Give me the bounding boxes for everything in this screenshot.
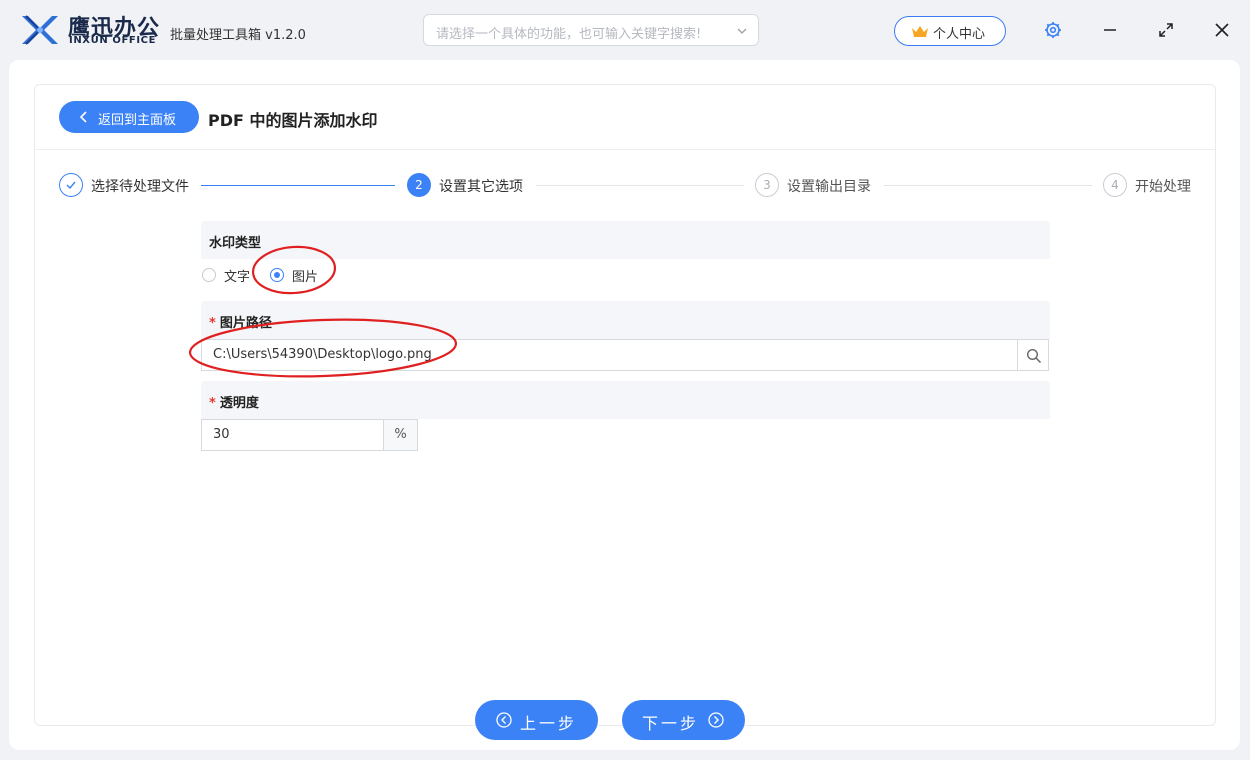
title-bar: 鹰迅办公 INXUN OFFICE 批量处理工具箱 v1.2.0 请选择一个具体…: [0, 0, 1250, 60]
step-connector-2: [536, 185, 744, 186]
page-title: PDF 中的图片添加水印: [208, 111, 378, 130]
image-path-label-text: 图片路径: [219, 316, 272, 331]
watermark-type-header: 水印类型: [201, 221, 1050, 259]
circle-arrow-right-icon: [708, 712, 724, 728]
browse-image-button[interactable]: [1017, 339, 1049, 371]
crown-icon: [912, 26, 928, 37]
personal-center-button[interactable]: 个人中心: [894, 16, 1006, 46]
image-path-input[interactable]: C:\Users\54390\Desktop\logo.png: [201, 339, 1018, 371]
radio-text-label[interactable]: 文字: [224, 266, 250, 285]
previous-step-label: 上一步: [520, 714, 578, 733]
radio-image-watermark[interactable]: [270, 268, 284, 282]
minimize-icon: [1104, 29, 1116, 31]
chevron-down-icon[interactable]: [736, 25, 748, 37]
close-icon: [1215, 23, 1229, 37]
minimize-button[interactable]: [1098, 18, 1122, 42]
opacity-unit: %: [383, 419, 418, 451]
opacity-header: * 透明度: [201, 381, 1050, 419]
step-4-label: 开始处理: [1135, 179, 1191, 195]
search-icon: [1026, 348, 1042, 364]
personal-center-label: 个人中心: [933, 27, 986, 42]
search-placeholder: 请选择一个具体的功能，也可输入关键字搜索!: [436, 27, 702, 42]
step-4-number: 4: [1103, 173, 1127, 197]
required-mark: *: [209, 396, 216, 411]
opacity-label: * 透明度: [209, 392, 259, 411]
next-step-button[interactable]: 下一步: [622, 700, 745, 740]
step-2-label: 设置其它选项: [439, 179, 523, 195]
previous-step-button[interactable]: 上一步: [475, 700, 598, 740]
back-button-label: 返回到主面板: [98, 113, 177, 128]
radio-text-watermark[interactable]: [202, 268, 216, 282]
app-title: 批量处理工具箱 v1.2.0: [170, 28, 306, 43]
maximize-button[interactable]: [1154, 18, 1178, 42]
step-2-number: 2: [407, 173, 431, 197]
expand-icon: [1159, 23, 1173, 37]
brand-name-en: INXUN OFFICE: [69, 35, 157, 46]
step-1-done-indicator: [59, 173, 83, 197]
step-1-label: 选择待处理文件: [91, 179, 189, 195]
required-mark: *: [209, 316, 216, 331]
inxun-logo-icon: [22, 15, 58, 45]
chevron-left-icon: [79, 111, 87, 123]
circle-arrow-left-icon: [496, 712, 512, 728]
header-divider: [35, 149, 1215, 150]
step-3-number: 3: [755, 173, 779, 197]
watermark-type-label: 水印类型: [209, 236, 262, 251]
next-step-label: 下一步: [642, 714, 700, 733]
step-connector-1: [201, 185, 395, 186]
step-connector-3: [884, 185, 1092, 186]
function-search-input[interactable]: 请选择一个具体的功能，也可输入关键字搜索!: [423, 14, 759, 46]
image-path-header: * 图片路径: [201, 301, 1050, 339]
opacity-input[interactable]: 30: [201, 419, 384, 451]
gear-icon: [1045, 22, 1061, 38]
radio-image-label[interactable]: 图片: [292, 266, 318, 285]
step-3-label: 设置输出目录: [787, 179, 871, 195]
settings-button[interactable]: [1041, 18, 1065, 42]
check-icon: [66, 181, 76, 190]
image-path-label: * 图片路径: [209, 312, 272, 331]
close-button[interactable]: [1210, 18, 1234, 42]
opacity-label-text: 透明度: [219, 396, 259, 411]
back-to-home-button[interactable]: 返回到主面板: [59, 101, 199, 133]
